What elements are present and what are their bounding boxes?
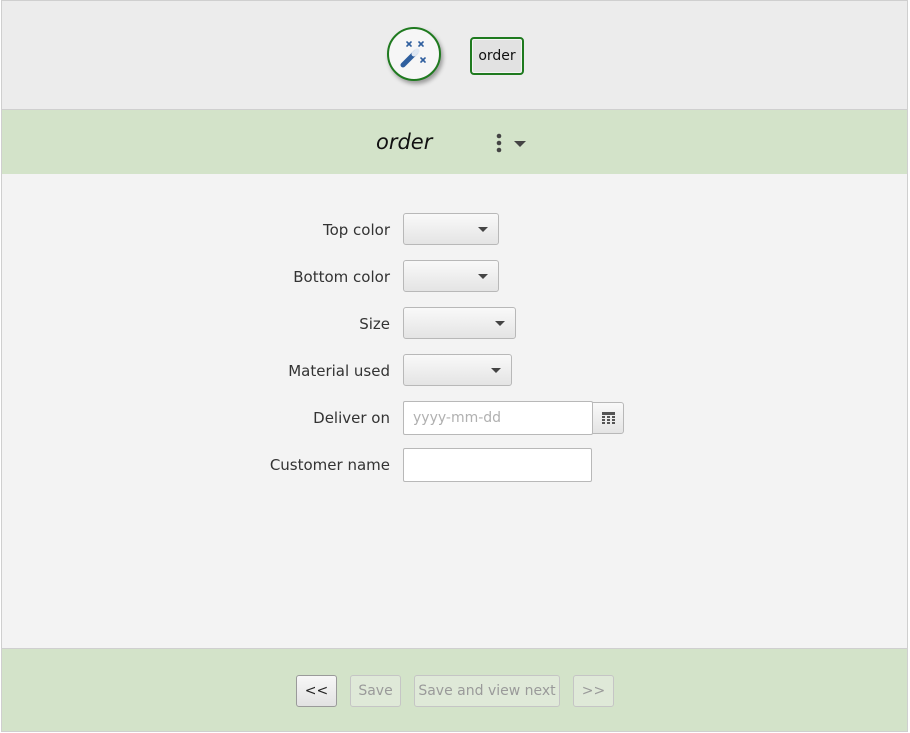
- calendar-icon: [602, 412, 615, 424]
- top-color-label: Top color: [322, 221, 390, 239]
- previous-button[interactable]: <<: [296, 675, 337, 707]
- bottom-color-label: Bottom color: [293, 268, 390, 286]
- chevron-down-icon: [478, 274, 488, 279]
- size-select[interactable]: [403, 307, 516, 339]
- toolbar: order: [2, 1, 907, 110]
- form-body: Top color Bottom color Size Material use…: [2, 174, 907, 649]
- next-button[interactable]: >>: [573, 675, 614, 707]
- save-and-view-next-button[interactable]: Save and view next: [414, 675, 560, 707]
- form-footer: << Save Save and view next >>: [2, 649, 907, 731]
- kebab-dropdown-icon: [496, 133, 526, 153]
- deliver-on-label: Deliver on: [313, 409, 390, 427]
- form-header: order: [2, 110, 907, 174]
- form-title: order: [376, 130, 433, 154]
- chevron-down-icon: [478, 227, 488, 232]
- tab-order[interactable]: order: [470, 37, 524, 75]
- material-used-select[interactable]: [403, 354, 512, 386]
- save-button[interactable]: Save: [350, 675, 401, 707]
- chevron-down-icon: [495, 321, 505, 326]
- wizard-button[interactable]: [387, 27, 441, 81]
- material-used-label: Material used: [288, 362, 390, 380]
- deliver-on-date-input[interactable]: [403, 401, 593, 435]
- date-picker-button[interactable]: [592, 402, 624, 434]
- size-label: Size: [359, 315, 390, 333]
- chevron-down-icon: [491, 368, 501, 373]
- top-color-select[interactable]: [403, 213, 499, 245]
- bottom-color-select[interactable]: [403, 260, 499, 292]
- customer-name-input[interactable]: [403, 448, 592, 482]
- app-window: order order Top color Bottom color Size: [1, 0, 908, 732]
- customer-name-label: Customer name: [269, 456, 390, 474]
- magic-wand-icon: [400, 41, 426, 68]
- form-menu-button[interactable]: [491, 132, 531, 156]
